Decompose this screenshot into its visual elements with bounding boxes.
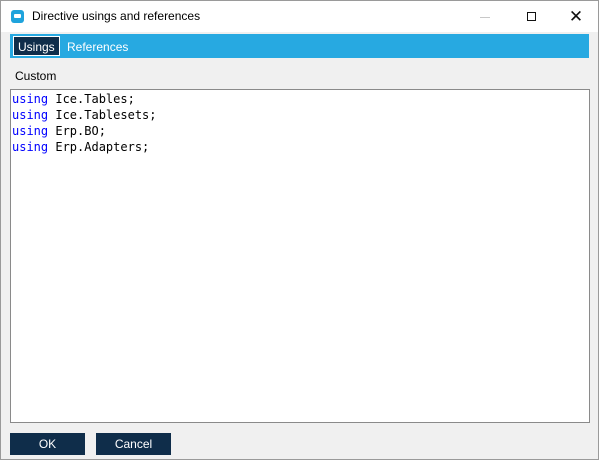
dialog-window: Directive usings and references ✕ Usings… (0, 0, 599, 460)
code-editor[interactable]: using Ice.Tables; using Ice.Tablesets; u… (10, 89, 590, 423)
title-bar[interactable]: Directive usings and references ✕ (1, 1, 598, 32)
code-line: using Erp.BO; (11, 123, 589, 139)
minimize-button[interactable] (462, 1, 508, 32)
code-keyword: using (12, 92, 49, 106)
close-button[interactable]: ✕ (553, 1, 598, 32)
tab-bar: Usings References (10, 34, 589, 58)
close-icon: ✕ (568, 7, 584, 26)
code-line: using Erp.Adapters; (11, 139, 589, 155)
code-text: Erp.Adapters; (48, 140, 150, 154)
code-text: Erp.BO; (48, 124, 106, 138)
cancel-button[interactable]: Cancel (96, 433, 171, 455)
code-text: Ice.Tablesets; (48, 108, 157, 122)
code-keyword: using (12, 124, 49, 138)
minimize-icon (480, 17, 490, 18)
tab-usings[interactable]: Usings (13, 36, 60, 56)
app-icon (11, 10, 24, 23)
code-keyword: using (12, 140, 49, 154)
code-line: using Ice.Tablesets; (11, 107, 589, 123)
maximize-button[interactable] (508, 1, 554, 32)
code-text: Ice.Tables; (48, 92, 135, 106)
ok-button[interactable]: OK (10, 433, 85, 455)
code-keyword: using (12, 108, 49, 122)
code-line: using Ice.Tables; (11, 91, 589, 107)
window-title: Directive usings and references (32, 9, 201, 23)
tab-references[interactable]: References (67, 38, 128, 56)
custom-section-label: Custom (15, 69, 57, 83)
maximize-icon (526, 12, 536, 21)
